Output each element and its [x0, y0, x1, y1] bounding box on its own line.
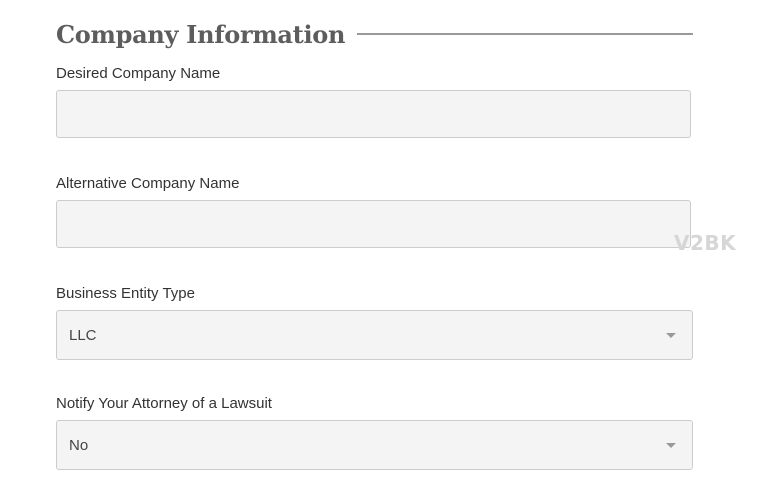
business-entity-type-value: LLC [69, 326, 97, 344]
alternative-company-name-label: Alternative Company Name [56, 175, 240, 192]
section-title: Company Information [56, 19, 346, 49]
business-entity-type-label: Business Entity Type [56, 285, 195, 302]
watermark-logo: V2BK [674, 231, 737, 255]
notify-attorney-value: No [69, 436, 89, 454]
chevron-down-icon [666, 332, 676, 338]
chevron-down-icon [666, 442, 676, 448]
business-entity-type-select[interactable]: LLC [56, 310, 693, 360]
desired-company-name-label: Desired Company Name [56, 65, 221, 82]
notify-attorney-select[interactable]: No [56, 420, 693, 470]
alternative-company-name-input[interactable] [56, 200, 691, 248]
section-divider [357, 33, 693, 35]
section-header: Company Information [56, 16, 693, 52]
desired-company-name-input[interactable] [56, 90, 691, 138]
notify-attorney-label: Notify Your Attorney of a Lawsuit [56, 395, 272, 412]
